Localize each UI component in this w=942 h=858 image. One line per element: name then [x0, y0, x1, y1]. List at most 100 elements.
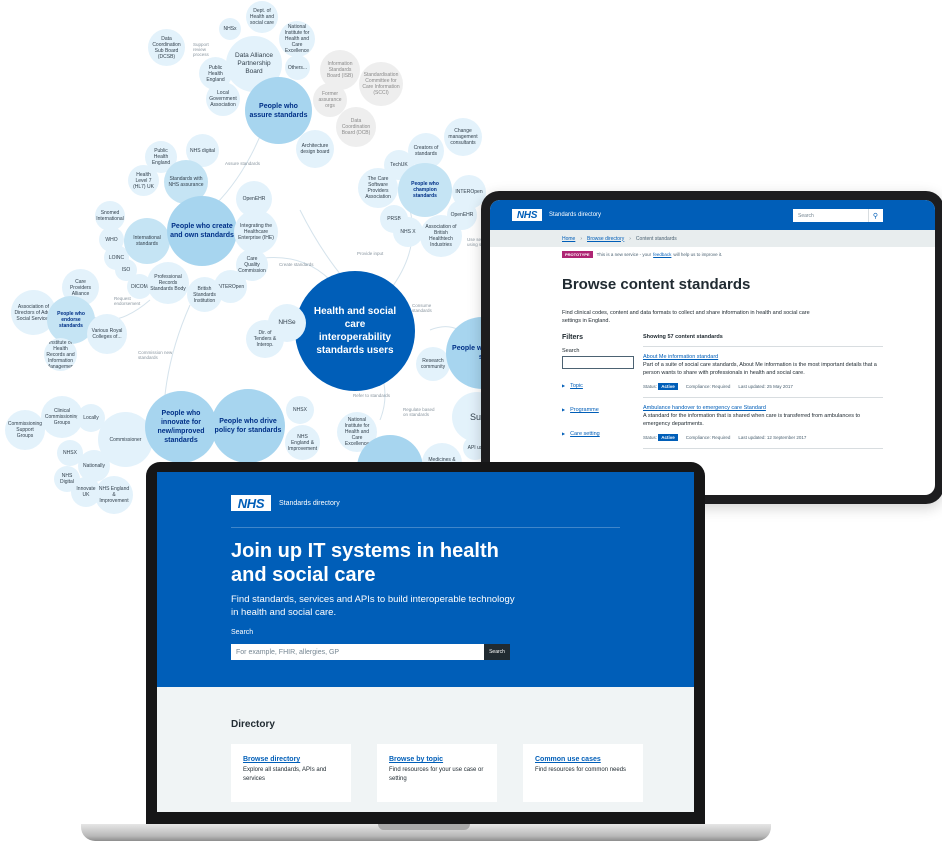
bubble-dcsb: Data Coordination Sub Board (DCSB) [148, 29, 185, 66]
nhs-logo[interactable]: NHS [231, 495, 271, 511]
compliance-text: Compliance: Required [685, 384, 731, 389]
breadcrumb-current: Content standards [635, 235, 677, 242]
nhs-logo[interactable]: NHS [512, 209, 542, 221]
updated-text: Last updated: 25 May 2017 [738, 384, 793, 389]
banner-text-before: This is a new service - your [596, 252, 652, 257]
bubble-nice: National Institute for Health and Care E… [279, 21, 315, 57]
bubble-nhs-england: NHS England & Improvement [95, 476, 133, 514]
hero-text: Find standards, services and APIs to bui… [231, 594, 515, 618]
feedback-link[interactable]: feedback [653, 252, 671, 257]
bubble-csu: Commissioning Support Groups [5, 410, 45, 450]
search-button[interactable]: Search [484, 644, 510, 660]
edge-label-assure: Assure standards [225, 161, 261, 166]
results-list: Showing 57 content standards About Me in… [643, 334, 883, 449]
filter-topic[interactable]: Topic [562, 383, 642, 389]
bubble-people-who-innovate: People who innovate for new/improved sta… [145, 391, 217, 463]
updated-text: Last updated: 12 September 2017 [738, 435, 807, 440]
filter-search-label: Search [562, 348, 580, 354]
result-description: Part of a suite of social care standards… [643, 362, 877, 376]
filter-care-setting[interactable]: Care setting [562, 431, 642, 437]
page-lede: Find clinical codes, content and data fo… [562, 310, 810, 324]
card-description: Explore all standards, APIs and services [243, 767, 327, 782]
bubble-research: Research community [416, 347, 450, 381]
edge-label-provide: Provide input [357, 251, 384, 256]
status-label: Status: [643, 384, 658, 389]
card-browse-directory[interactable]: Browse directory Explore all standards, … [231, 744, 351, 802]
card-common-use-cases[interactable]: Common use cases Find resources for comm… [523, 744, 643, 802]
card-title-link[interactable]: Browse by topic [389, 756, 485, 763]
prototype-banner: PROTOTYPE This is a new service - your f… [490, 247, 935, 262]
site-header: NHS Standards directory [231, 495, 340, 511]
tablet-screen: NHS Standards directory Search ⚲ Home › … [490, 200, 935, 495]
prototype-tag: PROTOTYPE [562, 251, 593, 258]
chevron-right-icon: › [580, 235, 583, 242]
tablet-device: NHS Standards directory Search ⚲ Home › … [481, 191, 942, 504]
bubble-people-who-drive-policy: People who drive policy for standards [211, 389, 285, 463]
laptop-notch [378, 824, 470, 830]
hero-section: NHS Standards directory Join up IT syste… [157, 472, 694, 687]
edge-label-consume: Consume standards [412, 303, 432, 313]
card-title-link[interactable]: Common use cases [535, 756, 631, 763]
bubble-bsi: British Standards Institution [187, 277, 222, 312]
search-input[interactable]: For example, FHIR, allergies, GP [231, 644, 510, 660]
edge-label-refer: Refer to standards [353, 393, 391, 398]
page-title: Browse content standards [562, 276, 751, 293]
status-label: Status: [643, 435, 658, 440]
bubble-nhsx: NHSx [219, 18, 241, 40]
result-item: Ambulance handover to emergency care Sta… [643, 398, 883, 449]
search-icon[interactable]: ⚲ [868, 209, 882, 222]
bubble-ihe: Integrating the Healthcare Enterprise (I… [234, 210, 278, 254]
bubble-lga: Local Government Association [206, 82, 240, 116]
breadcrumb-home[interactable]: Home [562, 236, 575, 242]
service-name[interactable]: Standards directory [279, 500, 340, 507]
edge-label-create: Create standards [279, 262, 314, 267]
filter-programme[interactable]: Programme [562, 407, 642, 413]
card-description: Find resources for common needs [535, 767, 627, 773]
tablet-search-input[interactable]: Search ⚲ [793, 209, 883, 222]
service-name[interactable]: Standards directory [549, 212, 601, 218]
bubble-abhi: Association of British Healthtech Indust… [420, 215, 462, 257]
bubble-hl7uk: Health Level 7 (HL7) UK [128, 165, 159, 196]
bubble-change-mgmt: Change management consultants [444, 118, 482, 156]
filter-search-input[interactable] [562, 356, 634, 369]
bubble-royal-colleges: Various Royal Colleges of... [87, 314, 127, 354]
directory-heading: Directory [231, 719, 275, 730]
card-browse-by-topic[interactable]: Browse by topic Find resources for your … [377, 744, 497, 802]
bubble-nhsx-p: NHSX [286, 396, 314, 424]
bubble-dir-tenders: Dir. of Tenders & Interop. [246, 320, 284, 358]
result-description: A standard for the information that is s… [643, 413, 861, 427]
compliance-text: Compliance: Required [685, 435, 731, 440]
breadcrumb: Home › Browse directory › Content standa… [490, 230, 935, 247]
edge-label-request: Request endorsement [114, 296, 141, 306]
laptop-screen: NHS Standards directory Join up IT syste… [157, 472, 694, 812]
status-badge: Active [658, 383, 678, 390]
result-meta: Status: Active Compliance: Required Last… [643, 434, 883, 449]
laptop-device: NHS Standards directory Join up IT syste… [146, 462, 705, 824]
header-divider [231, 527, 620, 528]
tablet-header: NHS Standards directory Search ⚲ [490, 200, 935, 230]
bubble-international-standards: International standards [124, 218, 170, 264]
bubble-nhse-p: NHS England & Improvement [285, 425, 320, 460]
bubble-dhsc: Dept. of Health and social care [246, 1, 278, 33]
result-title-link[interactable]: Ambulance handover to emergency care Sta… [643, 405, 883, 411]
search-placeholder: Search [798, 212, 814, 219]
banner-text-after: will help us to improve it. [673, 252, 723, 257]
results-count: Showing 57 content standards [643, 334, 883, 347]
filters-heading: Filters [562, 334, 584, 341]
result-meta: Status: Active Compliance: Required Last… [643, 383, 883, 398]
bubble-hub-users: Health and social care interoperability … [295, 271, 415, 391]
edge-label-regulate: Regulate based on standards [403, 407, 435, 417]
edge-label-commission: Commission new standards [138, 350, 173, 360]
bubble-people-who-create: People who create and own standards [167, 196, 237, 266]
hero-title: Join up IT systems in health and social … [231, 540, 499, 586]
bubble-people-who-champion: People who champion standards [398, 163, 452, 217]
bubble-nhsx-c: NHS X [393, 217, 423, 247]
breadcrumb-browse-directory[interactable]: Browse directory [587, 236, 624, 242]
bubble-inst-health: Institute of Health Records and Informat… [44, 338, 77, 371]
result-item: About Me information standard Part of a … [643, 347, 883, 398]
result-title-link[interactable]: About Me information standard [643, 354, 883, 360]
card-title-link[interactable]: Browse directory [243, 756, 339, 763]
status-badge: Active [658, 434, 678, 441]
bubble-scci: Standardisation Committee for Care Infor… [359, 62, 403, 106]
bubble-prsb-full: Professional Records Standards Body [147, 262, 189, 304]
